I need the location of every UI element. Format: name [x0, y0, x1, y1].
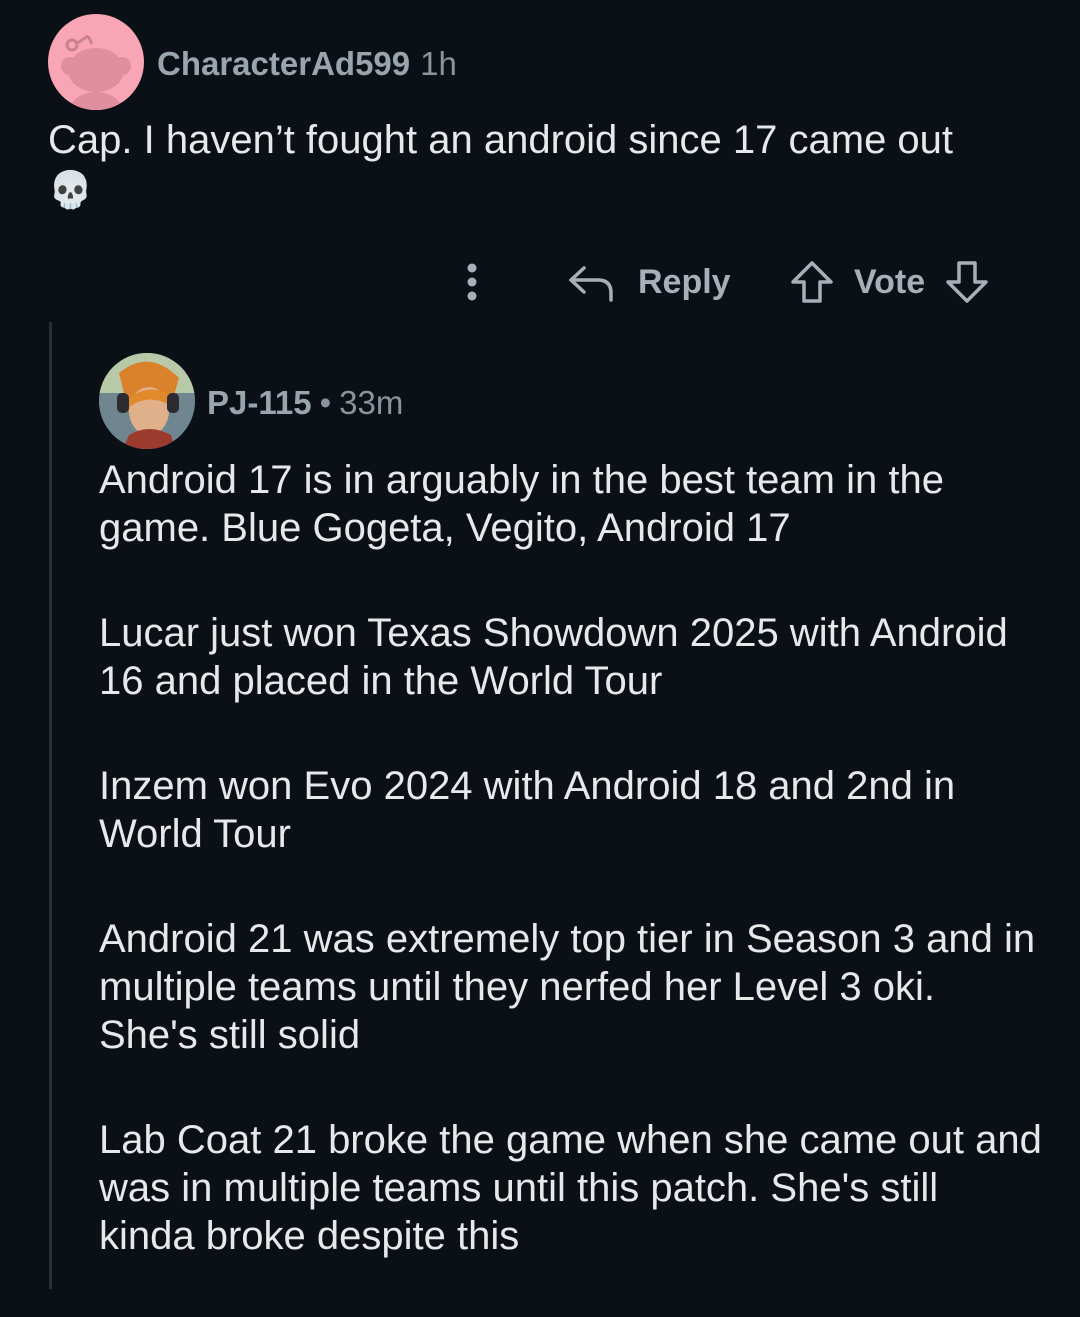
timestamp: 33m — [339, 384, 404, 421]
upvote-icon[interactable] — [788, 258, 836, 306]
more-options-button[interactable] — [458, 260, 486, 304]
timestamp: 1h — [420, 45, 457, 82]
reply-arrow-icon — [569, 266, 613, 302]
comment-meta: PJ-115 • 33m — [207, 383, 403, 423]
comment-meta: CharacterAd599 1h — [157, 44, 457, 84]
comment-paragraph: Android 17 is in arguably in the best te… — [99, 458, 944, 550]
username[interactable]: PJ-115 — [207, 384, 312, 421]
comment-paragraph: Inzem won Evo 2024 with Android 18 and 2… — [99, 764, 956, 856]
downvote-icon[interactable] — [943, 258, 991, 306]
user-avatar-icon — [99, 353, 195, 449]
vote-control: Vote — [788, 258, 991, 306]
comment-paragraph: Lab Coat 21 broke the game when she came… — [99, 1118, 1042, 1258]
user-avatar[interactable] — [99, 353, 195, 449]
comment-body: Android 17 is in arguably in the best te… — [99, 456, 1044, 1317]
separator-dot: • — [319, 384, 332, 421]
comment-paragraph: Android 21 was extremely top tier in Sea… — [99, 917, 1036, 1057]
vote-label: Vote — [854, 262, 926, 301]
user-avatar[interactable] — [48, 14, 144, 110]
reply-label: Reply — [638, 262, 731, 301]
username[interactable]: CharacterAd599 — [157, 45, 410, 82]
skull-emoji: 💀 — [48, 169, 93, 210]
more-vertical-icon — [467, 263, 477, 301]
reply-button[interactable]: Reply — [566, 258, 731, 306]
thread-line[interactable] — [49, 322, 52, 1289]
comment-body: Cap. I haven’t fought an android since 1… — [48, 116, 1038, 213]
reddit-snoo-icon — [61, 34, 131, 110]
comment-actions: Reply Vote — [0, 252, 1080, 312]
comment-paragraph: Lucar just won Texas Showdown 2025 with … — [99, 611, 1008, 703]
comment-text: Cap. I haven’t fought an android since 1… — [48, 118, 954, 162]
